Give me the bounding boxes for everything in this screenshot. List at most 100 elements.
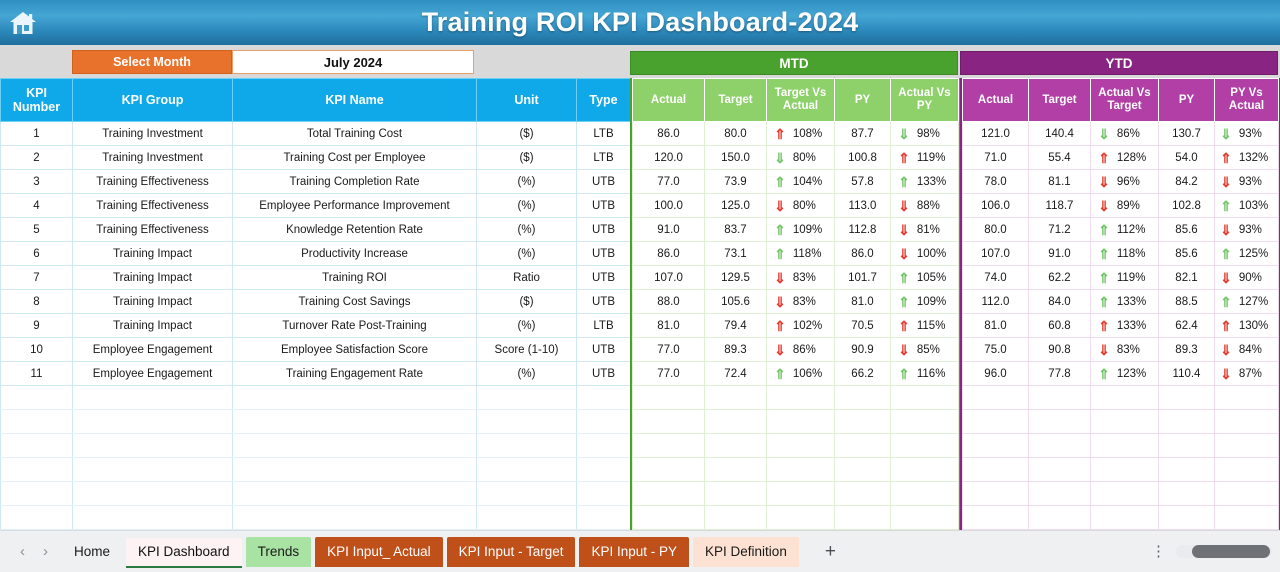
empty-row [0,409,631,434]
table-row: 80.0 71.2 ⇑ 112% 85.6 ⇓ 93% [962,217,1279,242]
table-row: 86.0 73.1 ⇑ 118% 86.0 ⇓ 100% [632,241,959,266]
cell-ytd-py-vs-actual: ⇑ 132% [1214,145,1279,170]
select-month-button[interactable]: Select Month [72,50,232,74]
ytd-body: 121.0 140.4 ⇓ 86% 130.7 ⇓ 93% 71.0 55.4 ⇑ 128% 54.0… [962,121,1279,554]
sheet-tab-trends[interactable]: Trends [245,536,312,567]
cell-ytd-actual-vs-target: ⇓ 89% [1090,193,1159,218]
cell-mtd-actual-vs-py: ⇑ 116% [890,361,959,386]
table-row: 112.0 84.0 ⇑ 133% 88.5 ⇑ 127% [962,289,1279,314]
sheet-tab-kpi-dashboard[interactable]: KPI Dashboard [126,537,242,568]
cell-ytd-py: 85.6 [1158,241,1215,266]
horizontal-scrollbar[interactable] [1176,545,1272,558]
empty-cell [1214,433,1279,458]
cell-kpi-name: Training Cost Savings [232,289,477,314]
dashboard-app: Training ROI KPI Dashboard-2024 Select M… [0,0,1280,572]
sheet-tab-kpi-input-actual[interactable]: KPI Input_ Actual [315,536,443,567]
month-value-field[interactable]: July 2024 [232,50,474,74]
empty-cell [1158,385,1215,410]
column-header-info-4: Type [576,78,631,122]
more-options-icon[interactable]: ⋮ [1151,544,1166,559]
cell-ytd-target: 118.7 [1028,193,1091,218]
arrow-down-icon: ⇓ [1098,173,1110,190]
cell-mtd-py: 86.0 [834,241,891,266]
empty-row [632,385,959,410]
sheet-tab-home[interactable]: Home [62,537,122,567]
cell-type: UTB [576,289,631,314]
cell-ytd-target: 71.2 [1028,217,1091,242]
sheet-tabs: Home KPI Dashboard Trends KPI Input_ Actual… [62,536,803,568]
arrow-up-icon: ⇑ [1098,365,1110,382]
percent-value: 123% [1116,367,1147,380]
percent-value: 106% [792,367,823,380]
cell-mtd-actual: 100.0 [632,193,705,218]
table-row: 4 Training Effectiveness Employee Performa… [0,193,631,218]
empty-cell [632,385,705,410]
cell-kpi-number: 2 [0,145,73,170]
cell-kpi-name: Total Training Cost [232,121,477,146]
cell-unit: Score (1-10) [476,337,577,362]
ytd-header-row: Actual Target Actual Vs Target PY PY Vs Actu… [962,78,1279,122]
kpi-sheet: KPI Number KPI Group KPI Name Unit Type 1 Trai… [0,78,1280,572]
empty-cell [576,409,631,434]
cell-kpi-number: 6 [0,241,73,266]
cell-ytd-actual: 74.0 [962,265,1029,290]
empty-row [962,433,1279,458]
cell-ytd-actual: 107.0 [962,241,1029,266]
cell-mtd-py: 100.8 [834,145,891,170]
cell-kpi-group: Training Investment [72,121,233,146]
empty-cell [962,433,1029,458]
next-sheet-icon[interactable]: › [43,543,48,560]
cell-unit: (%) [476,193,577,218]
cell-mtd-actual-vs-py: ⇓ 85% [890,337,959,362]
cell-ytd-actual-vs-target: ⇓ 86% [1090,121,1159,146]
table-row: 10 Employee Engagement Employee Satisfacti… [0,337,631,362]
empty-cell [632,505,705,530]
empty-cell [0,481,73,506]
sheet-tab-kpi-definition[interactable]: KPI Definition [693,536,799,567]
table-row: 75.0 90.8 ⇓ 83% 89.3 ⇓ 84% [962,337,1279,362]
cell-mtd-target: 83.7 [704,217,767,242]
cell-mtd-target: 80.0 [704,121,767,146]
cell-type: LTB [576,313,631,338]
cell-ytd-py: 84.2 [1158,169,1215,194]
empty-row [0,481,631,506]
empty-cell [232,385,477,410]
cell-kpi-group: Employee Engagement [72,337,233,362]
title-bar: Training ROI KPI Dashboard-2024 [0,0,1280,45]
empty-cell [704,481,767,506]
arrow-down-icon: ⇓ [1220,125,1232,142]
sheet-tab-kpi-input-py[interactable]: KPI Input - PY [579,536,690,567]
arrow-up-icon: ⇑ [1220,245,1232,262]
cell-mtd-actual: 120.0 [632,145,705,170]
cell-ytd-py-vs-actual: ⇓ 87% [1214,361,1279,386]
home-icon[interactable] [0,0,46,45]
empty-cell [1090,385,1159,410]
table-row: 121.0 140.4 ⇓ 86% 130.7 ⇓ 93% [962,121,1279,146]
percent-value: 116% [916,367,946,380]
cell-ytd-py-vs-actual: ⇓ 93% [1214,169,1279,194]
empty-cell [476,385,577,410]
add-sheet-button[interactable]: + [803,541,858,563]
empty-cell [576,457,631,482]
percent-value: 88% [916,199,940,212]
empty-cell [704,457,767,482]
empty-cell [962,457,1029,482]
column-header-info-0: KPI Number [0,78,73,122]
prev-sheet-icon[interactable]: ‹ [20,543,25,560]
percent-value: 127% [1238,295,1269,308]
empty-cell [576,385,631,410]
cell-mtd-target-vs-actual: ⇓ 86% [766,337,835,362]
empty-cell [632,409,705,434]
sheet-tab-kpi-input-target[interactable]: KPI Input - Target [446,536,576,567]
scrollbar-thumb[interactable] [1192,545,1270,558]
empty-cell [766,409,835,434]
cell-kpi-name: Knowledge Retention Rate [232,217,477,242]
percent-value: 84% [1238,343,1262,356]
cell-type: LTB [576,121,631,146]
percent-value: 93% [1238,127,1262,140]
arrow-down-icon: ⇓ [898,125,910,142]
cell-unit: ($) [476,289,577,314]
empty-row [632,457,959,482]
cell-ytd-target: 140.4 [1028,121,1091,146]
cell-ytd-py-vs-actual: ⇑ 103% [1214,193,1279,218]
